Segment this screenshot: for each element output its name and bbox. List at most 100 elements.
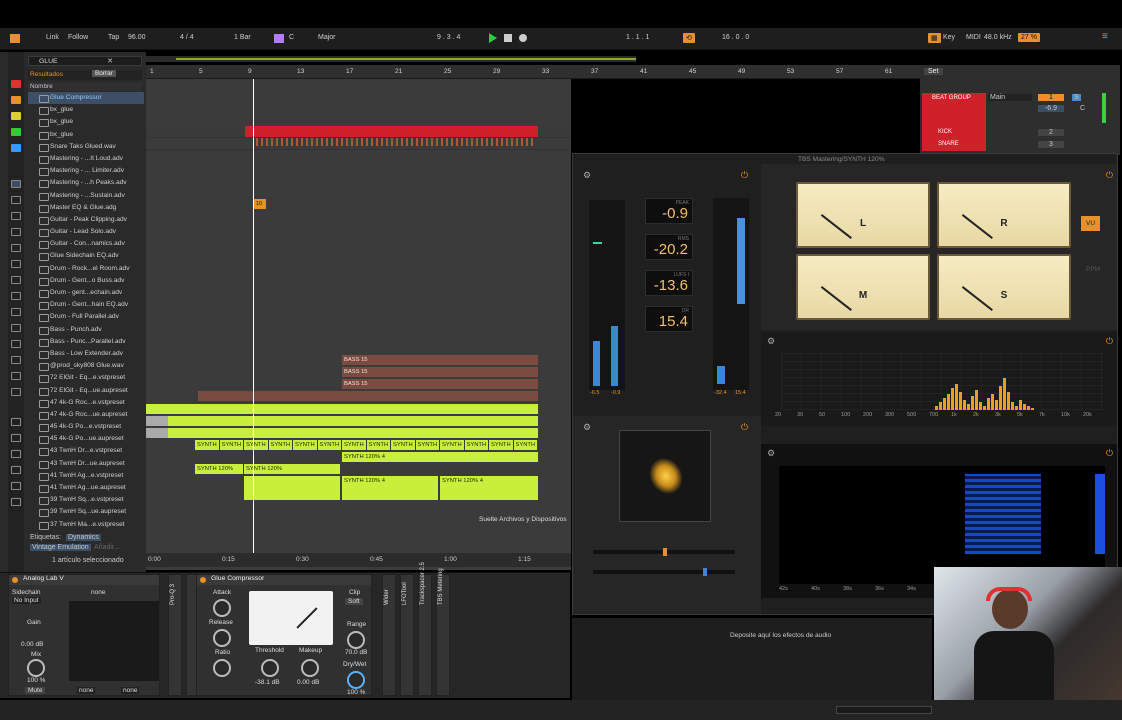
time-signature[interactable]: 4 / 4 <box>180 34 194 41</box>
synth-clip[interactable]: SYNTH <box>391 440 415 450</box>
browser-item[interactable]: Guitar - Peak Clipping.adv <box>28 214 144 226</box>
synth-clip[interactable]: SYNTH <box>464 440 488 450</box>
browser-item[interactable]: Mastering - ...Sustain.adv <box>28 190 144 202</box>
spectrogram-gear-icon[interactable]: ⚙ <box>767 448 775 459</box>
clear-results-button[interactable]: Borrar <box>92 70 116 77</box>
sidechain-input-menu[interactable]: No Input <box>12 597 41 604</box>
ppm-mode-button[interactable]: PPM <box>1081 262 1105 277</box>
glue-title[interactable]: Glue Compressor <box>197 575 371 585</box>
synth-clip[interactable]: SYNTH <box>293 440 317 450</box>
time-ruler[interactable]: 0:00 0:15 0:30 0:45 1:00 1:15 <box>146 553 571 567</box>
vu-power-icon[interactable]: ⏻ <box>1106 170 1113 181</box>
trackspacer-device[interactable]: Trackspacer 2.5 <box>418 562 432 696</box>
browser-item[interactable]: Bass - Punch.adv <box>28 324 144 336</box>
tbs-metering-device[interactable]: TBS Metering <box>436 568 450 696</box>
browser-item[interactable]: Mastering - ...It Loud.adv <box>28 153 144 165</box>
range-value[interactable]: 70.0 dB <box>345 649 367 656</box>
synth-clip[interactable]: SYNTH <box>268 440 292 450</box>
synth-clip[interactable]: SYNTH <box>219 440 243 450</box>
color-tag-red-icon[interactable] <box>11 80 21 88</box>
stereo-gear-icon[interactable]: ⚙ <box>583 422 591 433</box>
instruments-icon[interactable] <box>11 196 21 204</box>
browser-item[interactable]: 43 TwnH Dr...ue.aupreset <box>28 458 144 470</box>
color-tag-yellow-icon[interactable] <box>11 112 21 120</box>
browser-search-input[interactable]: GLUE ✕ <box>28 56 142 66</box>
plugins-icon[interactable] <box>11 228 21 236</box>
bass-clip-3[interactable]: BASS 15 <box>342 379 538 389</box>
midi-effects-icon[interactable] <box>11 276 21 284</box>
loop-start[interactable]: 1 . 1 . 1 <box>626 34 649 41</box>
track-number-3[interactable]: 3 <box>1038 141 1064 148</box>
follow-button[interactable]: Follow <box>68 34 88 41</box>
synth-clip[interactable]: SYNTH <box>489 440 513 450</box>
gain-value[interactable]: 0.00 dB <box>21 641 43 648</box>
folder-icon-5[interactable] <box>11 498 21 506</box>
hat-clip[interactable] <box>256 138 536 146</box>
position-display[interactable]: 9 . 3 . 4 <box>437 34 460 41</box>
threshold-knob[interactable] <box>261 659 279 677</box>
browser-item[interactable]: Glue Sidechain EQ.adv <box>28 250 144 262</box>
browser-item[interactable]: bx_glue <box>28 104 144 116</box>
browser-item[interactable]: 45 4k-G Po...ue.aupreset <box>28 433 144 445</box>
plugin-display[interactable] <box>69 601 159 681</box>
clear-search-icon[interactable]: ✕ <box>107 57 113 65</box>
browser-item[interactable]: 37 TwnH Ma...e.vstpreset <box>28 519 144 531</box>
stop-icon[interactable] <box>504 34 512 42</box>
track-number-1[interactable]: 1 <box>1038 94 1064 101</box>
browser-item[interactable]: 39 TwnH Sq...e.vstpreset <box>28 494 144 506</box>
browser-item[interactable]: 72 ElGit - Eq...ue.aupreset <box>28 385 144 397</box>
color-tag-blue-icon[interactable] <box>11 144 21 152</box>
browser-item[interactable]: 45 4k-G Po...e.vstpreset <box>28 421 144 433</box>
vu-mode-button[interactable]: VU <box>1081 216 1101 231</box>
browser-item[interactable]: 39 TwnH Sq...ue.aupreset <box>28 506 144 518</box>
key-map-icon[interactable]: ▦ <box>928 33 941 43</box>
set-button[interactable]: Set <box>924 68 943 75</box>
user-library-icon[interactable] <box>11 340 21 348</box>
lfotool-device[interactable]: LFOTool <box>400 574 414 696</box>
color-tag-orange-icon[interactable] <box>11 96 21 104</box>
packs-icon[interactable] <box>11 324 21 332</box>
ratio-knob[interactable] <box>213 659 231 677</box>
bass-clip-1[interactable]: BASS 15 <box>342 355 538 365</box>
loop-button[interactable]: ⟲ <box>683 33 695 43</box>
synth-clip[interactable]: SYNTH <box>342 440 366 450</box>
browser-item[interactable]: Drum - Gent...o Buss.adv <box>28 275 144 287</box>
midi-to-menu[interactable]: none <box>121 687 140 694</box>
locator-marker[interactable]: 10 <box>254 199 266 209</box>
synth-clip[interactable]: SYNTH <box>366 440 390 450</box>
record-icon[interactable] <box>519 34 527 42</box>
analog-lab-title[interactable]: Analog Lab V <box>9 575 159 585</box>
track-number-2[interactable]: 2 <box>1038 129 1064 136</box>
drums-icon[interactable] <box>11 212 21 220</box>
synth120-4-clip-b[interactable]: SYNTH 120% 4 <box>342 476 438 500</box>
browser-item[interactable]: Drum - gent...echain.adv <box>28 287 144 299</box>
beat-group-track[interactable]: BEAT GROUP KICK SNARE <box>922 93 986 151</box>
audio-effects-dropzone[interactable]: Deposite aquí los efectos de audio <box>572 618 932 700</box>
threshold-value[interactable]: -38.1 dB <box>255 679 280 686</box>
scale-menu[interactable]: Major <box>318 34 336 41</box>
clips-icon[interactable] <box>11 244 21 252</box>
browser-item[interactable]: @prod_sky808 Glue.wav <box>28 360 144 372</box>
drywet-knob[interactable] <box>347 671 365 689</box>
output-routing[interactable]: Main <box>988 94 1032 101</box>
makeup-value[interactable]: 0.00 dB <box>297 679 319 686</box>
place-folder-icon[interactable] <box>11 418 21 426</box>
browser-item[interactable]: Master EQ & Glue.adg <box>28 202 144 214</box>
browser-item[interactable]: Snare Taks Glued.wav <box>28 141 144 153</box>
volume-readout[interactable]: -6.9 <box>1038 105 1064 112</box>
solo-button[interactable]: S <box>1072 94 1081 101</box>
templates-icon[interactable] <box>11 308 21 316</box>
synth-long-clip-a[interactable] <box>244 476 340 500</box>
makeup-knob[interactable] <box>301 659 319 677</box>
browser-item[interactable]: 41 TwnH Ag...e.vstpreset <box>28 470 144 482</box>
key-map-label[interactable]: Key <box>943 34 955 41</box>
scale-icon[interactable] <box>274 34 284 43</box>
folder-icon-3[interactable] <box>11 466 21 474</box>
folder-icon[interactable] <box>11 434 21 442</box>
tempo-field[interactable]: 96.00 <box>128 34 146 41</box>
browser-item[interactable]: Bass - Low Extender.adv <box>28 348 144 360</box>
browser-item[interactable]: Drum - Rock...el Room.adv <box>28 263 144 275</box>
max-for-live-icon[interactable] <box>11 388 21 396</box>
folder-icon-2[interactable] <box>11 450 21 458</box>
browser-item[interactable]: 72 ElGit - Eq...e.vstpreset <box>28 372 144 384</box>
